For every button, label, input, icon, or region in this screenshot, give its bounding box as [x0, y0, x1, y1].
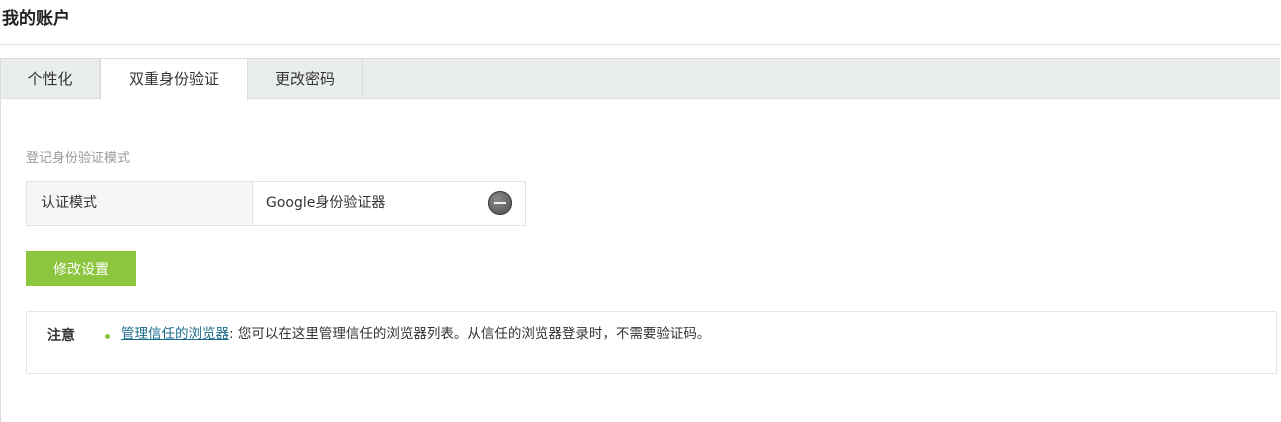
note-title: 注意	[47, 328, 75, 344]
tab-bar: 个性化 双重身份验证 更改密码	[1, 59, 1280, 100]
account-panel: 个性化 双重身份验证 更改密码 登记身份验证模式 认证模式 Google身份验证…	[0, 58, 1280, 422]
note-box: 注意 管理信任的浏览器: 您可以在这里管理信任的浏览器列表。从信任的浏览器登录时…	[26, 311, 1277, 374]
bullet-icon	[105, 334, 110, 339]
auth-mode-value: Google身份验证器	[266, 195, 386, 211]
tab-change-password[interactable]: 更改密码	[248, 59, 363, 99]
tab-two-factor-auth[interactable]: 双重身份验证	[100, 59, 248, 100]
section-label: 登记身份验证模式	[26, 151, 131, 166]
page-title: 我的账户	[2, 9, 70, 29]
note-description: : 您可以在这里管理信任的浏览器列表。从信任的浏览器登录时，不需要验证码。	[229, 326, 711, 342]
note-text: 管理信任的浏览器: 您可以在这里管理信任的浏览器列表。从信任的浏览器登录时，不需…	[121, 325, 761, 344]
modify-settings-button[interactable]: 修改设置	[26, 251, 136, 286]
auth-mode-value-cell: Google身份验证器	[253, 182, 525, 225]
auth-mode-label: 认证模式	[27, 182, 253, 225]
auth-mode-table: 认证模式 Google身份验证器	[26, 181, 526, 226]
title-divider	[0, 44, 1281, 45]
tab-personalization[interactable]: 个性化	[1, 59, 100, 99]
manage-trusted-browsers-link[interactable]: 管理信任的浏览器	[121, 326, 229, 342]
google-authenticator-icon	[488, 191, 512, 215]
